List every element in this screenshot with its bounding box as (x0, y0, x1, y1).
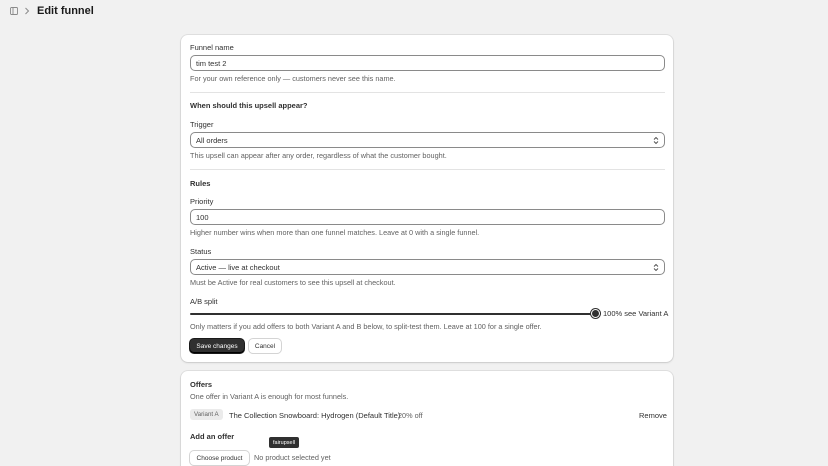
offer-discount: 20% off (398, 411, 423, 420)
priority-input[interactable]: 100 (190, 209, 665, 225)
divider (190, 92, 665, 93)
choose-product-button[interactable]: Choose product (190, 451, 249, 465)
ab-split-slider-track[interactable] (190, 313, 595, 315)
funnel-name-input[interactable]: tim test 2 (190, 55, 665, 71)
offers-heading: Offers (190, 380, 213, 389)
trigger-value: All orders (196, 135, 228, 145)
status-help: Must be Active for real customers to see… (190, 278, 396, 287)
offers-card: Offers One offer in Variant A is enough … (181, 371, 673, 466)
add-offer-heading: Add an offer (190, 432, 235, 441)
chevron-right-icon (23, 7, 31, 15)
ab-split-label: A/B split (190, 297, 218, 306)
priority-value: 100 (196, 212, 209, 222)
funnel-name-value: tim test 2 (196, 58, 227, 68)
status-label: Status (190, 247, 212, 256)
cancel-button[interactable]: Cancel (249, 339, 281, 353)
offer-product-name: The Collection Snowboard: Hydrogen (Defa… (229, 411, 401, 420)
funnel-settings-card: Funnel name tim test 2 For your own refe… (181, 35, 673, 362)
page-header: Edit funnel (10, 3, 94, 19)
status-select[interactable]: Active — live at checkout (190, 259, 665, 275)
appear-heading: When should this upsell appear? (190, 101, 308, 110)
sidebar-toggle-icon[interactable] (10, 7, 18, 15)
select-chevron-icon (653, 263, 659, 272)
priority-label: Priority (190, 197, 214, 206)
trigger-help: This upsell can appear after any order, … (190, 151, 447, 160)
offers-subtext: One offer in Variant A is enough for mos… (190, 392, 349, 401)
ab-split-slider-thumb[interactable] (590, 309, 600, 318)
status-value: Active — live at checkout (196, 262, 280, 272)
priority-help: Higher number wins when more than one fu… (190, 228, 480, 237)
rules-heading: Rules (190, 179, 211, 188)
page-title: Edit funnel (37, 5, 94, 17)
divider (190, 169, 665, 170)
funnel-name-help: For your own reference only — customers … (190, 74, 396, 83)
trigger-select[interactable]: All orders (190, 132, 665, 148)
ab-split-value: 100% see Variant A (603, 309, 669, 318)
trigger-label: Trigger (190, 120, 214, 129)
remove-offer-link[interactable]: Remove (639, 411, 667, 420)
funnel-name-label: Funnel name (190, 43, 234, 52)
select-chevron-icon (653, 136, 659, 145)
tooltip: fairupsell (269, 437, 300, 448)
variant-badge: Variant A (190, 409, 223, 420)
no-product-text: No product selected yet (254, 453, 331, 462)
ab-split-help: Only matters if you add offers to both V… (190, 322, 542, 331)
save-changes-button[interactable]: Save changes (190, 339, 244, 353)
